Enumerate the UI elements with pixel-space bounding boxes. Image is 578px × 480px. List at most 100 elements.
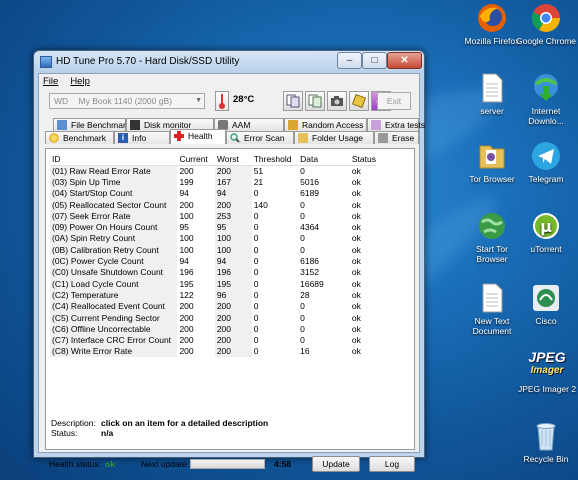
cell-threshold-value: 0 <box>253 323 259 334</box>
table-row[interactable]: (03) Spin Up Time 199 167 21 5016 ok <box>50 176 376 188</box>
tab-benchmark[interactable]: Benchmark <box>45 131 114 144</box>
cell-current-value: 200 <box>179 165 194 176</box>
column-header-status[interactable]: Status <box>349 153 376 166</box>
table-row[interactable]: (C1) Load Cycle Count 195 195 0 16689 ok <box>50 277 376 290</box>
table-row[interactable]: (C0) Unsafe Shutdown Count 196 196 0 3152 ok <box>50 266 376 278</box>
menu-file[interactable]: File <box>43 76 58 87</box>
title-bar[interactable]: HD Tune Pro 5.70 - Hard Disk/SSD Utility… <box>34 51 424 73</box>
table-row[interactable]: (07) Seek Error Rate 100 253 0 0 ok <box>50 210 376 222</box>
screenshot-camera-icon[interactable] <box>327 91 347 111</box>
app-icon <box>40 56 52 68</box>
table-row[interactable]: (09) Power On Hours Count 95 95 0 4364 ok <box>50 221 376 233</box>
extra-tests-icon <box>371 120 381 130</box>
tab-erase[interactable]: Erase <box>374 131 419 144</box>
exit-button[interactable]: Exit <box>377 92 411 110</box>
table-row[interactable]: (C7) Interface CRC Error Count 200 200 0 0 ok <box>50 334 376 346</box>
table-row[interactable]: (0C) Power Cycle Count 94 94 0 6186 ok <box>50 255 376 267</box>
cell-attribute-id: (04) Start/Stop Count <box>50 187 178 199</box>
table-row[interactable]: (01) Raw Read Error Rate 200 200 51 0 ok <box>50 165 376 177</box>
cell-current-value: 200 <box>179 346 194 357</box>
tab-health[interactable]: Health <box>170 129 226 144</box>
chrome-icon <box>530 2 562 34</box>
table-row[interactable]: (C6) Offline Uncorrectable 200 200 0 0 ok <box>50 323 376 335</box>
cell-raw-data: 4364 <box>300 222 320 233</box>
tab-random-access[interactable]: Random Access <box>284 118 367 131</box>
column-header-threshold[interactable]: Threshold <box>251 153 299 166</box>
cell-status-value: ok <box>351 267 361 278</box>
desktop-icon-firefox[interactable]: Mozilla Firefox <box>462 2 522 46</box>
table-row[interactable]: (04) Start/Stop Count 94 94 0 6189 ok <box>50 187 376 199</box>
cell-threshold-value: 0 <box>253 267 259 278</box>
table-row[interactable]: (C2) Temperature 122 96 0 28 ok <box>50 289 376 301</box>
table-row[interactable]: (C5) Current Pending Sector 200 200 0 0 ok <box>50 311 376 324</box>
desktop-icon-telegram[interactable]: Telegram <box>516 140 576 184</box>
recycle-bin-icon <box>530 420 562 452</box>
copy-text-icon[interactable] <box>283 91 303 111</box>
update-button[interactable]: Update <box>312 456 360 472</box>
cell-worst-value: 200 <box>214 198 252 211</box>
table-row[interactable]: (0A) Spin Retry Count 100 100 0 0 ok <box>50 232 376 245</box>
copy-info-icon[interactable] <box>305 91 325 111</box>
column-header-current[interactable]: Current <box>177 153 215 166</box>
table-row[interactable]: (C4) Reallocated Event Count 200 200 0 0 ok <box>50 300 376 312</box>
column-header-worst[interactable]: Worst <box>214 153 252 166</box>
tab-file-benchmark[interactable]: File Benchmark <box>53 118 130 131</box>
tab-info[interactable]: i Info <box>114 131 170 144</box>
cell-raw-data: 28 <box>300 289 310 300</box>
cell-threshold-value: 0 <box>253 233 259 244</box>
column-header-data[interactable]: Data <box>298 153 350 166</box>
minimize-button[interactable]: – <box>337 52 362 69</box>
cell-status-value: ok <box>351 278 361 289</box>
cell-status-value: ok <box>351 210 361 221</box>
column-header-id[interactable]: ID <box>50 153 178 166</box>
tab-label: Folder Usage <box>312 133 364 143</box>
globe-icon <box>476 210 508 242</box>
cell-raw-data: 3152 <box>300 267 320 278</box>
folder-icon <box>476 140 508 172</box>
desktop-icon-recycle-bin[interactable]: Recycle Bin <box>516 420 576 464</box>
cell-worst-value: 200 <box>214 300 252 312</box>
desktop-icon-new-text-document[interactable]: New Text Document <box>462 282 522 336</box>
desktop-icon-start-tor[interactable]: Start Tor Browser <box>462 210 522 264</box>
tab-folder-usage[interactable]: Folder Usage <box>294 131 374 144</box>
drive-select[interactable]: WD My Book 1140 (2000 gB) ▼ <box>49 93 205 109</box>
table-row[interactable]: (05) Reallocated Sector Count 200 200 140 0 o… <box>50 198 376 211</box>
desktop-icon-label: Tor Browser <box>469 174 515 184</box>
desktop-icon-chrome[interactable]: Google Chrome <box>516 2 576 46</box>
temperature-value: 28°C <box>233 94 255 105</box>
tab-error-scan[interactable]: Error Scan <box>226 131 294 144</box>
cell-worst-value: 200 <box>214 165 252 177</box>
maximize-button[interactable]: □ <box>362 52 387 69</box>
desktop-icon-jpeg-imager[interactable]: JPEG Imager JPEG Imager 2 <box>516 350 578 394</box>
cell-current-value: 95 <box>179 222 189 233</box>
desktop-icon-utorrent[interactable]: µ uTorrent <box>516 210 576 254</box>
desktop-icon-cisco[interactable]: Cisco <box>516 282 576 326</box>
close-button[interactable]: ✕ <box>387 52 422 69</box>
tab-label: AAM <box>232 120 251 130</box>
menu-help[interactable]: Help <box>70 76 90 87</box>
cell-attribute-id: (0C) Power Cycle Count <box>50 255 178 267</box>
drive-prefix: WD <box>54 96 69 106</box>
drive-name: My Book 1140 (2000 gB) <box>78 96 172 106</box>
svg-text:µ: µ <box>540 217 552 236</box>
options-icon[interactable] <box>349 91 369 111</box>
table-row[interactable]: (C8) Write Error Rate 200 200 0 16 ok <box>50 345 376 358</box>
utorrent-icon: µ <box>530 210 562 242</box>
cell-worst-value: 95 <box>214 221 252 233</box>
log-button[interactable]: Log <box>369 456 415 472</box>
desktop-icon-label: Telegram <box>528 174 564 184</box>
cell-current-value: 122 <box>179 289 194 300</box>
tab-extra-tests[interactable]: Extra tests <box>367 118 425 131</box>
desktop-icon-tor-browser[interactable]: Tor Browser <box>462 140 522 184</box>
cell-attribute-id: (C2) Temperature <box>50 289 178 301</box>
table-row[interactable]: (0B) Calibration Retry Count 100 100 0 0 ok <box>50 244 376 256</box>
tab-strip: File Benchmark Disk monitor AAM Random A… <box>45 118 425 148</box>
cell-threshold-value: 0 <box>253 301 259 312</box>
desktop-icon-server[interactable]: server <box>462 72 522 116</box>
cell-raw-data: 16 <box>300 346 310 357</box>
cell-current-value: 100 <box>179 210 194 221</box>
cell-raw-data: 6189 <box>300 188 320 199</box>
desktop-icon-idm[interactable]: Internet Downlo... <box>516 72 576 126</box>
cell-current-value: 196 <box>179 267 194 278</box>
tab-label: Erase <box>392 133 415 143</box>
